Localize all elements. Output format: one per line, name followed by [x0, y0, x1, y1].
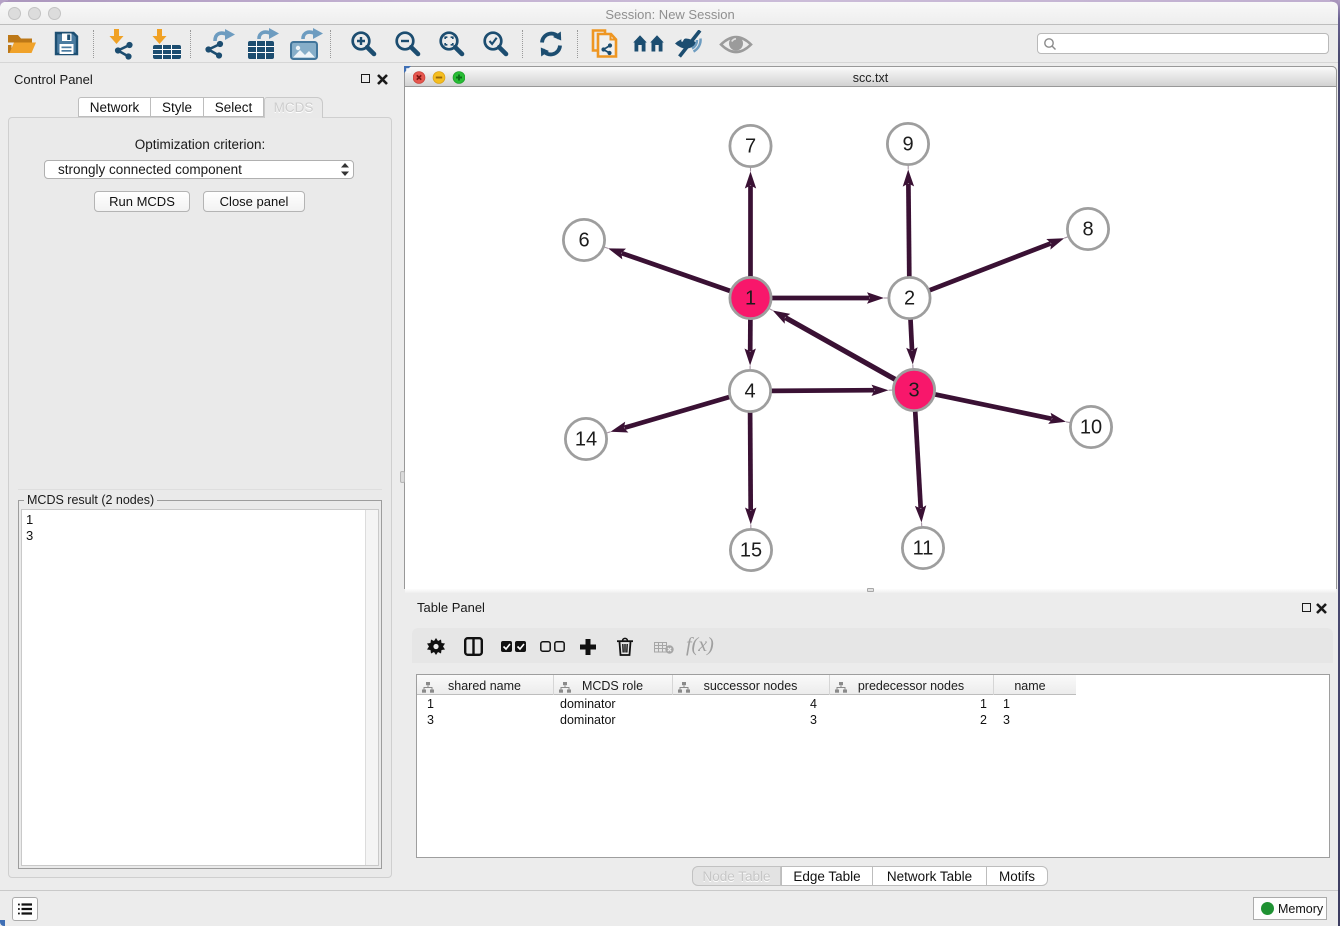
svg-text:8: 8: [1082, 219, 1093, 241]
svg-text:2: 2: [904, 288, 915, 310]
svg-text:1: 1: [745, 288, 756, 310]
svg-text:4: 4: [744, 381, 755, 403]
svg-text:14: 14: [575, 429, 597, 451]
svg-text:3: 3: [908, 380, 919, 402]
svg-text:6: 6: [578, 230, 589, 252]
svg-text:10: 10: [1080, 417, 1102, 439]
svg-text:7: 7: [745, 136, 756, 158]
svg-text:9: 9: [902, 134, 913, 156]
svg-text:15: 15: [740, 540, 762, 562]
svg-text:11: 11: [913, 538, 934, 560]
